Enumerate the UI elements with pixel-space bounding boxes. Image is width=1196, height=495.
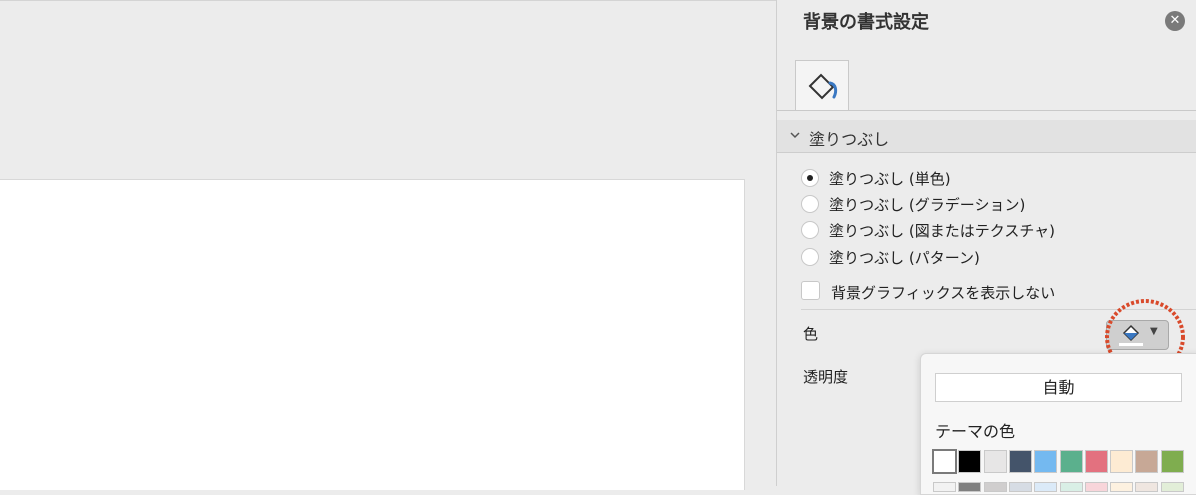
tab-fill[interactable] (795, 60, 849, 111)
color-swatch[interactable] (932, 449, 957, 474)
radio-button[interactable] (801, 169, 819, 187)
color-swatch[interactable] (958, 482, 982, 492)
radio-label: 塗りつぶし (グラデーション) (829, 196, 1026, 214)
color-swatch[interactable] (1135, 450, 1159, 473)
color-swatch[interactable] (1034, 450, 1058, 473)
theme-colors-label: テーマの色 (935, 422, 1016, 441)
color-swatch[interactable] (1059, 482, 1083, 492)
color-swatch[interactable] (1034, 482, 1058, 492)
color-label: 色 (803, 325, 819, 343)
color-swatch[interactable] (1008, 450, 1032, 473)
fill-bucket-icon (808, 73, 838, 100)
slide[interactable] (0, 179, 745, 490)
radio-button[interactable] (801, 221, 819, 239)
radio-label: 塗りつぶし (パターン) (829, 249, 980, 267)
canvas-top-border (0, 0, 776, 1)
checkbox-label: 背景グラフィックスを表示しない (831, 284, 1056, 302)
color-swatch[interactable] (1008, 482, 1032, 492)
radio-label: 塗りつぶし (図またはテクスチャ) (829, 222, 1056, 240)
color-swatch[interactable] (933, 482, 956, 492)
auto-color-button[interactable]: 自動 (935, 373, 1182, 402)
color-swatch[interactable] (983, 482, 1007, 492)
slide-canvas-area (0, 0, 776, 490)
close-icon[interactable]: ✕ (1165, 11, 1185, 31)
radio-selected-dot (807, 175, 813, 181)
format-background-panel: 背景の書式設定 ✕ 塗りつぶし 塗りつぶし (単色) 塗りつぶし (グラデーショ… (776, 0, 1196, 495)
color-swatch[interactable] (1160, 450, 1184, 473)
color-swatch[interactable] (1160, 482, 1184, 492)
hide-background-graphics-checkbox[interactable] (801, 281, 820, 300)
color-swatch[interactable] (1110, 450, 1134, 473)
chevron-down-icon (790, 132, 800, 139)
color-swatch[interactable] (983, 450, 1007, 473)
radio-label: 塗りつぶし (単色) (829, 170, 951, 188)
section-label: 塗りつぶし (809, 130, 890, 149)
radio-button[interactable] (801, 248, 819, 266)
radio-button[interactable] (801, 195, 819, 213)
transparency-label: 透明度 (803, 368, 849, 386)
panel-title: 背景の書式設定 (803, 12, 929, 33)
color-swatch[interactable] (958, 450, 982, 473)
theme-tint-swatches (933, 482, 1195, 492)
color-swatch[interactable] (1135, 482, 1159, 492)
tab-divider (777, 110, 1196, 111)
color-swatch[interactable] (1059, 450, 1083, 473)
theme-color-swatches (932, 449, 1195, 474)
color-picker-popup: 自動 テーマの色 (920, 353, 1196, 495)
color-swatch[interactable] (1084, 450, 1108, 473)
color-swatch[interactable] (1110, 482, 1134, 492)
color-swatch[interactable] (1084, 482, 1108, 492)
section-fill-header[interactable]: 塗りつぶし (777, 120, 1196, 153)
